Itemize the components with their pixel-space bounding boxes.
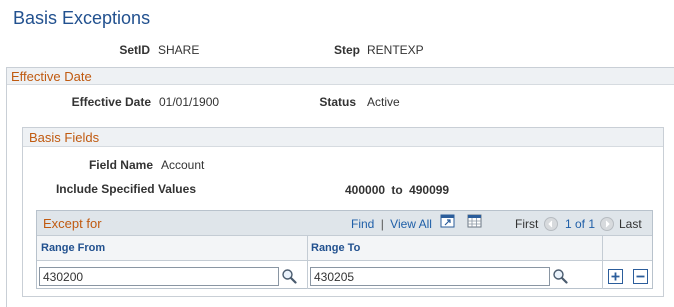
zoom-icon[interactable] [440,214,456,232]
range-to-input[interactable] [310,267,550,286]
include-range-to: 490099 [409,183,450,197]
field-name-value: Account [161,158,205,172]
prev-icon [544,217,558,231]
column-header-range-to[interactable]: Range To [311,242,360,254]
column-divider [602,236,603,289]
include-specified-values-label: Include Specified Values [55,182,196,196]
effective-date-label: Effective Date [71,95,151,109]
page-title: Basis Exceptions [13,8,151,28]
basis-fields-header: Basis Fields [23,128,663,147]
add-row-icon[interactable] [608,269,623,284]
step-value: RENTEXP [367,43,424,57]
except-for-title: Except for [43,216,102,231]
view-all-link[interactable]: View All [390,217,432,231]
column-header-range-from[interactable]: Range From [41,242,105,254]
effective-date-header: Effective Date [7,68,674,85]
nav-separator: | [380,217,384,231]
download-icon[interactable] [467,214,483,232]
except-for-grid-header: Except for Find | View All First 1 of 1 … [37,211,652,236]
grid-column-headers: Range From Range To [37,236,652,261]
status-label: Status [319,95,356,109]
include-range-word: to [391,183,403,197]
effective-date-value: 01/01/1900 [159,95,220,109]
setid-value: SHARE [158,43,200,57]
pager-text: 1 of 1 [565,217,596,231]
delete-row-icon[interactable] [633,269,648,284]
include-range-from: 400000 [345,183,386,197]
first-label: First [515,217,539,231]
except-for-grid: Except for Find | View All First 1 of 1 … [36,210,653,289]
field-name-label: Field Name [88,158,153,172]
next-icon [600,217,614,231]
column-divider [307,236,308,289]
step-label: Step [333,43,360,57]
effective-date-section-title: Effective Date [11,69,92,84]
find-link[interactable]: Find [351,217,374,231]
setid-label: SetID [119,43,150,57]
status-value: Active [367,95,400,109]
basis-fields-section-title: Basis Fields [29,130,100,145]
include-range: 400000 to 490099 [345,183,449,197]
lookup-icon[interactable] [552,268,568,287]
grid-nav-links: Find | View All [351,217,432,231]
lookup-icon[interactable] [281,268,297,287]
range-from-input[interactable] [39,267,279,286]
last-label: Last [619,217,642,231]
